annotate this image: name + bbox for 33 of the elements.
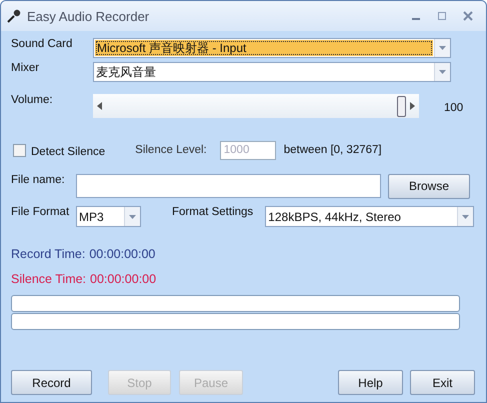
slider-thumb[interactable] <box>397 96 406 117</box>
checkbox-label[interactable]: Detect Silence <box>31 146 106 158</box>
action-button[interactable]: Record <box>11 370 92 395</box>
dropdown[interactable]: MP3 <box>76 206 141 227</box>
window-title: Easy Audio Recorder <box>27 8 150 24</box>
field-label: Volume: <box>11 94 54 106</box>
time-label: Silence Time: <box>11 272 86 286</box>
input-field: 1000 <box>220 140 276 160</box>
input-field[interactable] <box>76 174 381 198</box>
dropdown[interactable]: 128kBPS, 44kHz, Stereo <box>265 206 474 227</box>
action-button[interactable]: Help <box>338 370 403 395</box>
dropdown[interactable]: 麦克风音量 <box>93 62 451 82</box>
field-label: Format Settings <box>172 206 254 218</box>
time-label: Record Time: <box>11 247 86 261</box>
close-icon[interactable] <box>462 10 474 22</box>
action-button[interactable]: Exit <box>410 370 475 395</box>
time-value: 00:00:00:00 <box>90 272 156 286</box>
field-label: Silence Level: <box>135 144 207 156</box>
field-label: Mixer <box>11 62 40 74</box>
time-value: 00:00:00:00 <box>89 247 156 261</box>
right-arrow-icon[interactable] <box>410 102 415 110</box>
dropdown[interactable]: Microsoft 声音映射器 - Input <box>93 38 451 58</box>
field-label: Sound Card <box>11 38 74 50</box>
range-hint: between [0, 32767] <box>284 144 382 156</box>
browse-button[interactable]: Browse <box>388 174 470 198</box>
maximize-icon[interactable] <box>436 10 448 22</box>
volume-value: 100 <box>444 102 464 114</box>
field-label: File name: <box>11 174 66 186</box>
volume-slider[interactable] <box>93 94 419 118</box>
left-arrow-icon[interactable] <box>97 102 102 110</box>
checkbox[interactable] <box>13 144 26 156</box>
field-label: File Format <box>11 206 70 218</box>
microphone-icon <box>7 9 21 23</box>
